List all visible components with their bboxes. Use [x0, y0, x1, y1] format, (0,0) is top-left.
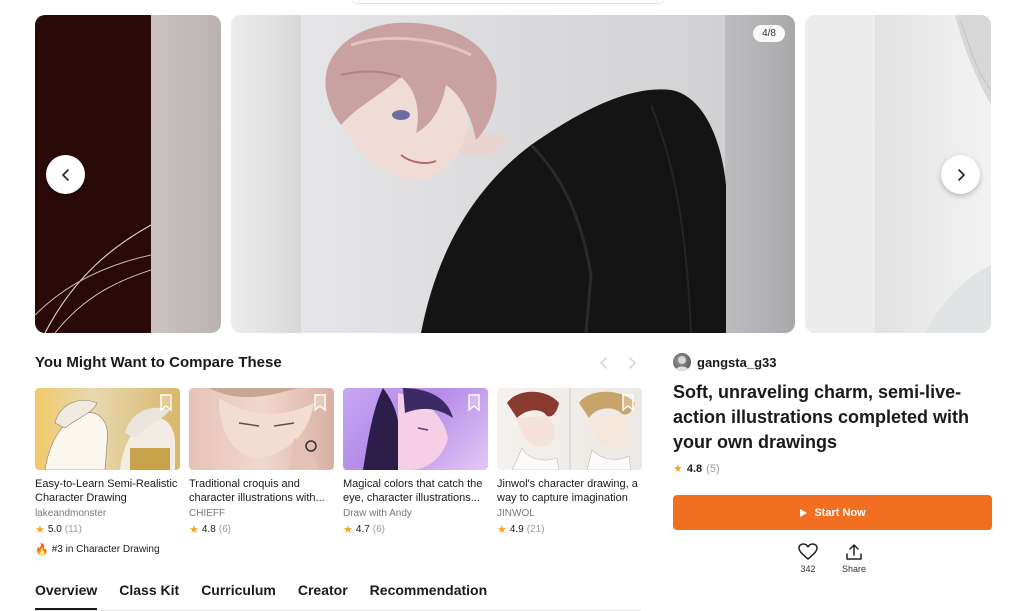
star-icon: ★ [343, 524, 353, 536]
carousel-next-button[interactable] [941, 155, 980, 194]
card-thumbnail [497, 388, 642, 470]
creator-profile[interactable]: gangsta_g33 [673, 353, 776, 371]
card-title: Magical colors that catch the eye, chara… [343, 478, 483, 504]
compare-card[interactable]: Easy-to-Learn Semi-Realistic Character D… [35, 388, 180, 536]
rank-label: #3 in Character Drawing [51, 544, 160, 555]
compare-card[interactable]: Magical colors that catch the eye, chara… [343, 388, 488, 536]
rating-count: (5) [706, 462, 720, 475]
heart-icon [798, 543, 818, 560]
like-count: 342 [800, 564, 816, 574]
fire-icon: 🔥 [35, 544, 49, 556]
tab-recommendation[interactable]: Recommendation [370, 580, 487, 610]
bookmark-icon[interactable] [466, 394, 482, 412]
rating-value: 5.0 [47, 524, 62, 535]
star-icon: ★ [189, 524, 199, 536]
card-thumbnail [343, 388, 488, 470]
play-icon [800, 508, 808, 517]
rating-count: (6) [372, 524, 386, 535]
chevron-left-icon [599, 357, 607, 369]
class-title: Soft, unraveling charm, semi-live-action… [673, 382, 970, 452]
rank-badge: 🔥 #3 in Character Drawing [35, 543, 160, 556]
chevron-right-icon [629, 357, 637, 369]
card-thumbnail [35, 388, 180, 470]
card-rating: ★ 4.8 (6) [189, 523, 334, 536]
share-label: Share [841, 564, 867, 574]
class-rating: ★ 4.8 (5) [673, 462, 720, 476]
rating-count: (21) [526, 524, 545, 535]
bookmark-icon[interactable] [620, 394, 636, 412]
rating-value: 4.7 [355, 524, 370, 535]
star-icon: ★ [497, 524, 507, 536]
compare-card[interactable]: Jinwol's character drawing, a way to cap… [497, 388, 642, 536]
card-title: Traditional croquis and character illust… [189, 478, 325, 504]
compare-prev-button[interactable] [596, 355, 612, 371]
card-title: Jinwol's character drawing, a way to cap… [497, 478, 638, 504]
compare-next-button[interactable] [624, 355, 640, 371]
tab-curriculum[interactable]: Curriculum [201, 580, 276, 610]
star-icon: ★ [35, 524, 45, 536]
chevron-left-icon [61, 168, 69, 181]
share-icon [846, 544, 862, 560]
card-rating: ★ 5.0 (11) [35, 523, 180, 536]
card-thumbnail [189, 388, 334, 470]
card-author: CHIEFF [189, 508, 226, 519]
rating-value: 4.9 [509, 524, 524, 535]
slide-counter: 4/8 [753, 25, 785, 42]
rating-count: (11) [64, 524, 82, 535]
section-tabs: Overview Class Kit Curriculum Creator Re… [35, 580, 641, 611]
tab-class-kit[interactable]: Class Kit [119, 580, 179, 610]
chevron-right-icon [957, 168, 965, 181]
bookmark-icon[interactable] [158, 394, 174, 412]
start-now-label: Start Now [814, 506, 866, 519]
card-title: Easy-to-Learn Semi-Realistic Character D… [35, 478, 178, 504]
search-bar-edge [352, 0, 664, 4]
card-author: Draw with Andy [343, 508, 412, 519]
compare-card[interactable]: Traditional croquis and character illust… [189, 388, 334, 536]
tab-creator[interactable]: Creator [298, 580, 348, 610]
card-author: JINWOL [497, 508, 535, 519]
start-now-button[interactable]: Start Now [673, 495, 992, 530]
carousel-prev-button[interactable] [46, 155, 85, 194]
card-rating: ★ 4.9 (21) [497, 523, 642, 536]
rating-value: 4.8 [201, 524, 216, 535]
creator-name[interactable]: gangsta_g33 [697, 355, 776, 370]
rating-value: 4.8 [686, 462, 703, 475]
card-rating: ★ 4.7 (6) [343, 523, 488, 536]
like-button[interactable]: 342 [788, 543, 828, 574]
compare-section-title: You Might Want to Compare These [35, 354, 282, 371]
tab-overview[interactable]: Overview [35, 580, 98, 610]
carousel-slide-current[interactable]: 4/8 [231, 15, 795, 333]
share-button[interactable]: Share [834, 543, 874, 574]
rating-count: (6) [218, 524, 232, 535]
card-author: lakeandmonster [35, 508, 107, 519]
star-icon: ★ [673, 463, 683, 475]
avatar [673, 353, 691, 371]
bookmark-icon[interactable] [312, 394, 328, 412]
